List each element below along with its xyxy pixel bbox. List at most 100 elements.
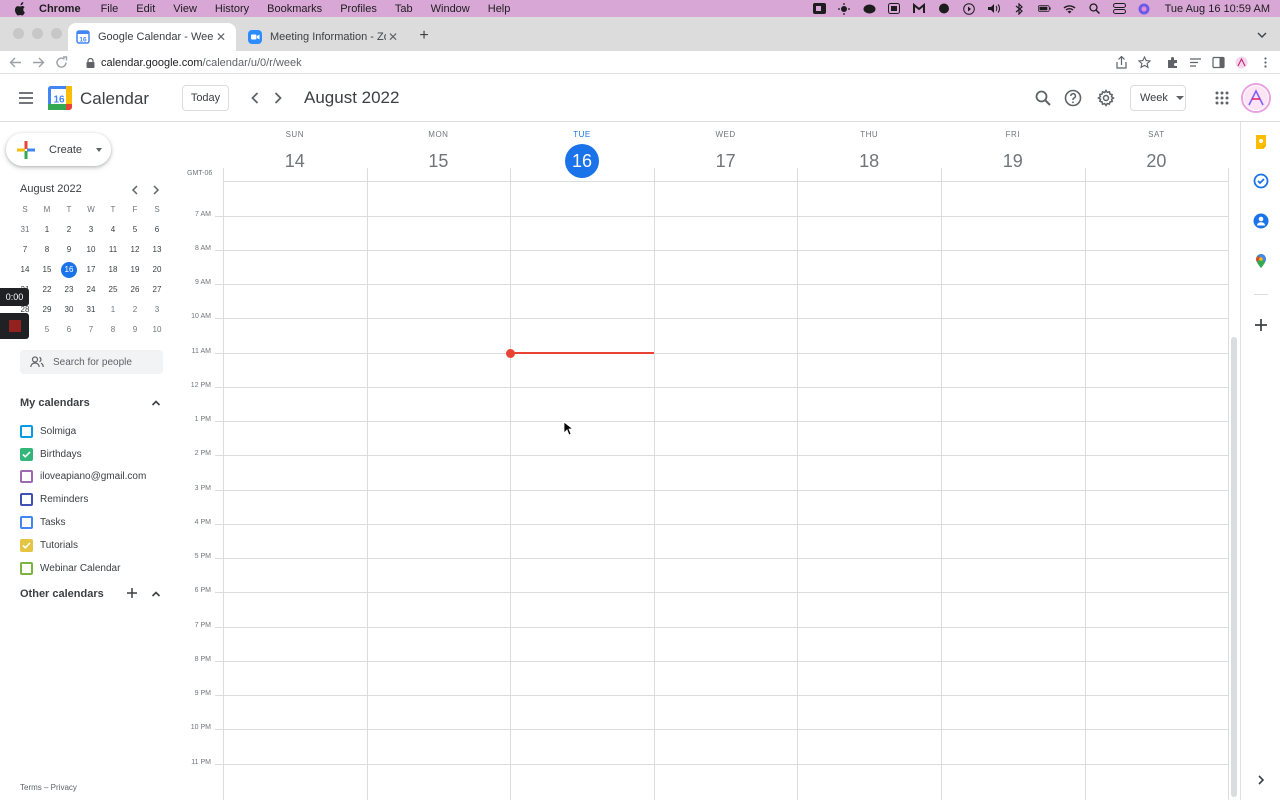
mini-calendar-day[interactable]: 10 [80, 242, 102, 258]
calendar-checkbox[interactable] [20, 470, 33, 484]
search-icon[interactable] [1034, 89, 1052, 107]
mini-calendar-day[interactable]: 9 [58, 242, 80, 258]
menubar-clock[interactable]: Tue Aug 16 10:59 AM [1165, 3, 1270, 15]
creative-cloud-icon[interactable] [863, 3, 876, 14]
calendar-list-item[interactable]: Birthdays [20, 443, 170, 466]
mini-calendar-day[interactable]: 19 [124, 262, 146, 278]
mini-calendar-day[interactable]: 3 [80, 222, 102, 238]
tab-google-calendar[interactable]: 16 Google Calendar - Week of Au ✕ [68, 23, 236, 51]
zoom-window-button[interactable] [51, 28, 62, 39]
lock-icon[interactable] [86, 57, 95, 68]
tab-search-chevron-icon[interactable] [1256, 29, 1268, 41]
mini-calendar-day[interactable]: 5 [36, 322, 58, 338]
collapse-chevron-up-icon[interactable] [151, 398, 161, 408]
side-panel-icon[interactable] [1212, 56, 1225, 69]
spotlight-icon[interactable] [1088, 3, 1101, 14]
mini-next-month-icon[interactable] [151, 184, 161, 196]
keep-icon[interactable] [1253, 134, 1269, 150]
show-side-panel-chevron-icon[interactable] [1253, 772, 1269, 788]
mini-calendar-day[interactable]: 8 [36, 242, 58, 258]
mini-calendar-day[interactable]: 4 [102, 222, 124, 238]
mini-calendar-day[interactable]: 11 [102, 242, 124, 258]
mini-calendar-day[interactable]: 31 [14, 222, 36, 238]
menu-bookmarks[interactable]: Bookmarks [267, 3, 322, 15]
reload-icon[interactable] [55, 56, 68, 69]
menu-history[interactable]: History [215, 3, 249, 15]
close-tab-icon[interactable]: ✕ [386, 30, 400, 44]
zoom-status-icon[interactable] [812, 3, 826, 14]
mini-calendar-day[interactable]: 31 [80, 302, 102, 318]
forward-icon[interactable] [32, 56, 45, 69]
mini-calendar-day[interactable]: 13 [146, 242, 168, 258]
play-icon[interactable] [963, 2, 976, 15]
mini-calendar-day[interactable]: 29 [36, 302, 58, 318]
search-for-people-input[interactable]: Search for people [20, 350, 163, 374]
day-number[interactable]: 14 [278, 144, 312, 178]
google-apps-grid-icon[interactable] [1215, 91, 1229, 105]
calendar-list-item[interactable]: Solmiga [20, 420, 170, 443]
mini-calendar-day[interactable]: 23 [58, 282, 80, 298]
calendar-list-item[interactable]: Tutorials [20, 534, 170, 557]
close-window-button[interactable] [13, 28, 24, 39]
day-header-tue[interactable]: TUE 16 [510, 130, 654, 178]
chrome-menu-icon[interactable] [1259, 56, 1272, 69]
share-icon[interactable] [1115, 56, 1128, 69]
mini-calendar-day[interactable]: 30 [58, 302, 80, 318]
my-calendars-header[interactable]: My calendars [20, 395, 166, 411]
collapse-chevron-up-icon[interactable] [151, 589, 161, 599]
mini-calendar-day[interactable]: 2 [124, 302, 146, 318]
mini-calendar-day[interactable]: 9 [124, 322, 146, 338]
get-add-ons-plus-icon[interactable] [1253, 317, 1269, 333]
calendar-checkbox[interactable] [20, 447, 33, 461]
address-bar[interactable]: calendar.google.com/calendar/u/0/r/week [78, 53, 1158, 72]
day-header-thu[interactable]: THU 18 [797, 130, 941, 178]
minimize-window-button[interactable] [32, 28, 43, 39]
day-number[interactable]: 18 [852, 144, 886, 178]
menu-view[interactable]: View [173, 3, 197, 15]
reading-list-icon[interactable] [1189, 56, 1202, 69]
mini-calendar-day[interactable]: 10 [146, 322, 168, 338]
main-menu-icon[interactable] [18, 91, 34, 105]
calendar-list-item[interactable]: Reminders [20, 488, 170, 511]
malwarebytes-icon[interactable] [913, 3, 926, 14]
profile-icon[interactable] [1235, 56, 1248, 69]
day-number[interactable]: 16 [564, 144, 599, 178]
control-center-icon[interactable] [1112, 3, 1126, 14]
wifi-icon[interactable] [1063, 3, 1076, 14]
contacts-icon[interactable] [1253, 213, 1269, 229]
mini-calendar-day[interactable]: 22 [36, 282, 58, 298]
day-number[interactable]: 19 [996, 144, 1030, 178]
mini-calendar-day[interactable]: 7 [80, 322, 102, 338]
mini-calendar-day[interactable]: 8 [102, 322, 124, 338]
mini-prev-month-icon[interactable] [130, 184, 140, 196]
new-tab-button[interactable]: + [416, 28, 432, 44]
mini-calendar-day[interactable]: 7 [14, 242, 36, 258]
mini-calendar-day[interactable]: 16 [58, 262, 80, 278]
day-header-fri[interactable]: FRI 19 [941, 130, 1085, 178]
chat-icon[interactable] [938, 3, 951, 14]
mini-calendar-day[interactable]: 12 [124, 242, 146, 258]
help-icon[interactable] [1064, 89, 1082, 107]
bluetooth-icon[interactable] [1013, 2, 1026, 15]
mini-calendar-day[interactable]: 18 [102, 262, 124, 278]
day-number[interactable]: 20 [1139, 144, 1173, 178]
mini-calendar-day[interactable]: 26 [124, 282, 146, 298]
day-number[interactable]: 15 [421, 144, 455, 178]
mini-calendar-day[interactable]: 6 [58, 322, 80, 338]
mini-calendar-day[interactable]: 6 [146, 222, 168, 238]
menubar-app-name[interactable]: Chrome [39, 3, 81, 15]
menu-profiles[interactable]: Profiles [340, 3, 377, 15]
menu-window[interactable]: Window [431, 3, 470, 15]
recording-stop-button[interactable] [0, 313, 29, 339]
mini-calendar-day[interactable]: 2 [58, 222, 80, 238]
back-icon[interactable] [9, 56, 22, 69]
mini-calendar-day[interactable]: 25 [102, 282, 124, 298]
view-switcher-dropdown[interactable]: Week [1130, 85, 1186, 111]
recording-timer[interactable]: 0:00 [0, 288, 29, 306]
mini-calendar-day[interactable]: 5 [124, 222, 146, 238]
extensions-icon[interactable] [1166, 56, 1179, 69]
close-tab-icon[interactable]: ✕ [214, 30, 228, 44]
apple-icon[interactable] [13, 1, 27, 16]
maps-icon[interactable] [1253, 253, 1269, 269]
day-header-mon[interactable]: MON 15 [367, 130, 511, 178]
